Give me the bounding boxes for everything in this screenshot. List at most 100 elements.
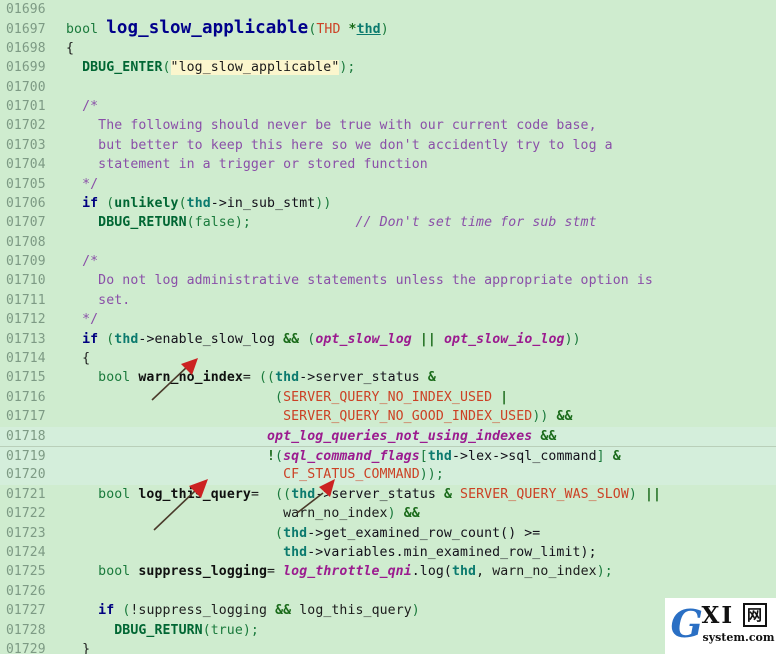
token-paren: ) (628, 486, 637, 502)
token-assign: = (250, 486, 259, 502)
token-member-get-examined-row-count: ->get_examined_row_count() >= (307, 525, 541, 541)
code-line: 01708 (0, 233, 776, 252)
code-line: 01707 DBUG_RETURN(false); // Don't set t… (0, 213, 776, 232)
line-number: 01720 (6, 467, 46, 483)
line-content: */ (66, 312, 98, 327)
line-content: if (unlikely(thd->in_sub_stmt)) (66, 196, 331, 211)
line-number: 01723 (6, 525, 46, 541)
token-macro-dbug-return[interactable]: DBUG_RETURN (98, 215, 186, 230)
line-number: 01709 (6, 254, 46, 270)
token-comment-text: but better to keep this here so we don't… (98, 137, 613, 153)
token-macro-dbug-enter[interactable]: DBUG_ENTER (82, 60, 162, 75)
token-paren: ( (275, 525, 284, 541)
line-content: bool log_slow_applicable(THD *thd) (66, 19, 389, 38)
token-var-log-this-query-ref: log_this_query (299, 603, 412, 619)
token-const-cf-status-command: CF_STATUS_COMMAND (283, 467, 420, 483)
line-number: 01706 (6, 195, 46, 211)
watermark-logo: G XI 网 system.com (669, 601, 775, 651)
source-code-listing: 01696 01697 bool log_slow_applicable(THD … (0, 0, 776, 654)
token-op-and: && (556, 409, 573, 425)
code-line: 01702 The following should never be true… (0, 116, 776, 135)
watermark-letters-xi: XI (701, 602, 735, 629)
token-thd: thd (186, 195, 211, 211)
code-line-highlighted: 01718 opt_log_queries_not_using_indexes … (0, 426, 776, 446)
code-line: 01701 /* (0, 97, 776, 116)
token-global-opt-slow-log: opt_slow_log (315, 331, 412, 347)
line-number: 01711 (6, 292, 46, 308)
token-thd: thd (114, 331, 139, 347)
token-keyword-if: if (98, 603, 115, 619)
token-paren: ( (283, 486, 292, 502)
line-content: (thd->get_examined_row_count() >= (66, 526, 540, 541)
token-const-server-query-no-good-index-used: SERVER_QUERY_NO_GOOD_INDEX_USED (283, 409, 533, 425)
token-thd: thd (283, 525, 308, 541)
line-content: set. (66, 293, 130, 308)
code-line: 01709 /* (0, 252, 776, 271)
line-content: */ (66, 177, 98, 192)
line-number: 01719 (6, 448, 46, 464)
code-line: 01714 { (0, 349, 776, 368)
code-line: 01729 } (0, 640, 776, 654)
line-content: bool warn_no_index= ((thd->server_status… (66, 370, 436, 385)
token-op-and: && (283, 331, 300, 347)
token-global-opt-slow-io-log: opt_slow_io_log (444, 331, 565, 347)
code-line: 01726 (0, 582, 776, 601)
line-content: !(sql_command_flags[thd->lex->sql_comman… (66, 449, 621, 464)
token-paren: ) (380, 22, 389, 38)
watermark: G XI 网 system.com (665, 598, 776, 654)
watermark-site: system.com (702, 631, 775, 644)
token-comment-text: set. (98, 292, 131, 308)
token-param-thd[interactable]: thd (357, 22, 381, 37)
token-member-min-examined-row-limit: ->variables.min_examined_row_limit); (307, 544, 597, 560)
code-line-highlighted: 01719 !(sql_command_flags[thd->lex->sql_… (0, 445, 776, 466)
code-line: 01705 */ (0, 175, 776, 194)
line-number: 01700 (6, 79, 46, 95)
token-paren: )) (564, 331, 581, 347)
line-content: DBUG_RETURN(false); // Don't set time fo… (66, 215, 597, 230)
token-macro-unlikely[interactable]: unlikely (114, 196, 178, 211)
token-type-bool: bool (98, 486, 131, 502)
token-member-lex-sql-command: ->lex->sql_command (451, 448, 597, 464)
token-paren: ( (178, 195, 187, 211)
token-var-warn-no-index-ref: warn_no_index (283, 506, 388, 522)
token-macro-dbug-return[interactable]: DBUG_RETURN (114, 623, 202, 638)
token-member-server-status: ->server_status (299, 370, 420, 386)
token-bracket-open: [ (419, 448, 428, 464)
line-number: 01724 (6, 544, 46, 560)
line-content: } (66, 642, 90, 654)
line-content: bool log_this_query= ((thd->server_statu… (66, 487, 661, 502)
line-number: 01710 (6, 273, 46, 289)
token-comma: , (476, 564, 493, 580)
token-op-or: || (419, 331, 436, 347)
watermark-net-icon: 网 (742, 603, 767, 627)
line-content: if (!suppress_logging && log_this_query) (66, 603, 420, 618)
line-number: 01728 (6, 622, 46, 638)
token-const-server-query-no-index-used: SERVER_QUERY_NO_INDEX_USED (283, 389, 493, 405)
token-member-server-status: ->server_status (315, 486, 436, 502)
line-number: 01701 (6, 98, 46, 114)
token-thd: thd (283, 544, 308, 560)
token-member-in-sub-stmt: ->in_sub_stmt (210, 195, 316, 211)
line-content: CF_STATUS_COMMAND)); (66, 467, 444, 482)
code-viewer[interactable]: 01696 01697 bool log_slow_applicable(THD … (0, 0, 776, 654)
token-type-bool: bool (66, 22, 99, 38)
code-line: 01712 */ (0, 310, 776, 329)
line-number: 01708 (6, 234, 46, 250)
code-line: 01715 bool warn_no_index= ((thd->server_… (0, 368, 776, 387)
token-function-name[interactable]: log_slow_applicable (106, 18, 308, 38)
line-number: 01717 (6, 409, 46, 425)
token-thd: thd (291, 486, 316, 502)
line-number: 01703 (6, 137, 46, 153)
code-line: 01698 { (0, 39, 776, 58)
token-var-warn-no-index: warn_no_index (138, 370, 243, 386)
token-bracket-close: ] (596, 448, 605, 464)
token-comment-open: /* (82, 254, 99, 270)
code-line: 01722 warn_no_index) && (0, 504, 776, 523)
token-false-arg: (false); (186, 215, 251, 231)
token-comment-open: /* (82, 98, 99, 114)
token-assign: = (267, 564, 276, 580)
line-number: 01715 (6, 370, 46, 386)
token-assign: = (242, 370, 251, 386)
code-line: 01699 DBUG_ENTER("log_slow_applicable"); (0, 58, 776, 77)
token-var-suppress-logging: suppress_logging (138, 564, 268, 580)
